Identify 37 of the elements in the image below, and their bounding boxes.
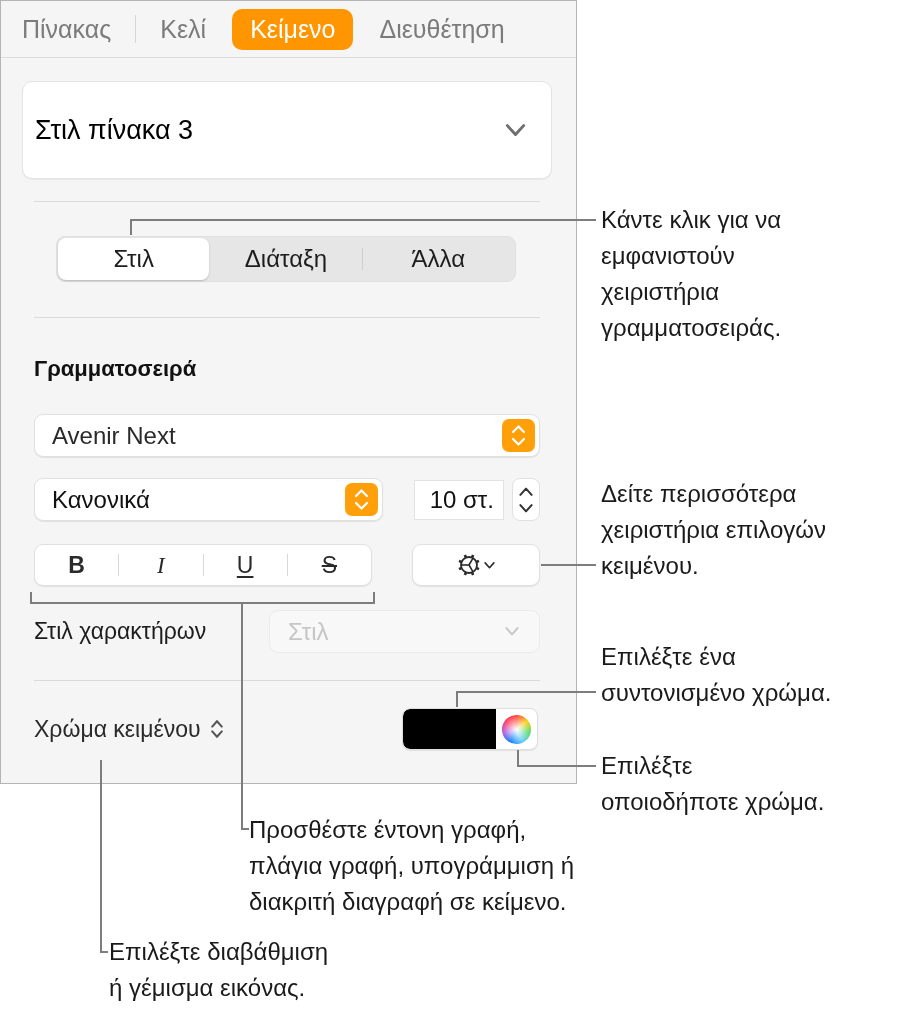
up-down-arrows-icon <box>345 483 378 516</box>
bold-button[interactable]: B <box>35 545 119 585</box>
callout-text: Δείτε περισσότερα χειριστήρια επιλογών κειμένου. <box>601 479 827 581</box>
chevron-up-icon <box>519 486 533 496</box>
fill-type-popup[interactable]: Χρώμα κειμένου <box>34 711 223 747</box>
font-family-popup[interactable]: Avenir Next <box>34 414 540 457</box>
chevron-down-icon <box>484 561 495 569</box>
font-size-field[interactable]: 10 στ. <box>414 479 504 520</box>
up-down-chevrons-icon <box>210 719 223 739</box>
color-wheel-icon <box>502 714 531 744</box>
text-section-tab[interactable]: Στιλ <box>58 238 210 280</box>
character-style-label: Στιλ χαρακτήρων <box>34 617 207 647</box>
inspector-tab[interactable]: Κελί <box>142 8 225 50</box>
font-size-stepper[interactable] <box>512 478 540 521</box>
typeface-popup[interactable]: Κανονικά <box>34 478 383 521</box>
strikethrough-button[interactable]: S <box>287 545 371 585</box>
table-style-popup[interactable]: Στιλ πίνακα 3 <box>22 81 552 179</box>
chevron-down-icon <box>519 503 533 513</box>
text-section-tab[interactable]: Άλλα <box>362 238 514 280</box>
leader-line <box>540 564 597 566</box>
callout-text: Επιλέξτε ένα συντονισμένο χρώμα. <box>601 642 832 708</box>
chevron-down-icon <box>505 123 526 137</box>
up-down-arrows-icon <box>502 419 535 452</box>
callout-text: Κάντε κλικ για να εμφανιστούν χειριστήρια γραμματοσειράς. <box>601 205 782 343</box>
gear-icon <box>457 553 481 577</box>
callout-text: Επιλέξτε διαβάθμιση ή γέμισμα εικόνας. <box>109 937 329 1003</box>
text-section-tab[interactable]: Διάταξη <box>210 238 362 280</box>
underline-button[interactable]: U <box>203 545 287 585</box>
italic-button[interactable]: I <box>119 545 203 585</box>
inspector-tab[interactable]: Διευθέτηση <box>361 8 523 50</box>
inspector-tab[interactable]: Πίνακας <box>4 8 130 50</box>
callout-text: Προσθέστε έντονη γραφή, πλάγια γραφή, υπογράμμιση ή διακριτή διαγραφή σε κείμενο. <box>249 815 575 917</box>
text-options-button[interactable] <box>412 544 540 586</box>
color-swatch[interactable] <box>403 709 496 749</box>
callout-text: Επιλέξτε οποιοδήποτε χρώμα. <box>601 751 825 817</box>
chevron-down-icon <box>505 627 519 636</box>
section-heading: Γραμματοσειρά <box>34 355 198 383</box>
